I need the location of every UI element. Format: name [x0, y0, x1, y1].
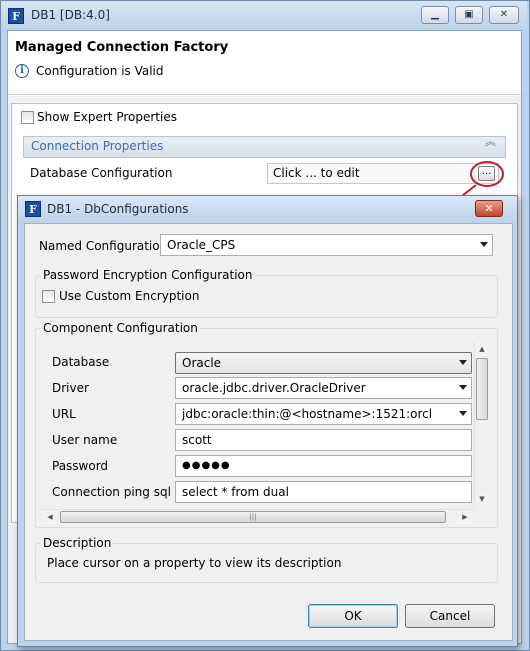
- username-label: User name: [52, 433, 118, 447]
- url-value: jdbc:oracle:thin:@<hostname>:1521:orcl: [182, 407, 433, 421]
- custom-encryption-label: Use Custom Encryption: [59, 289, 200, 303]
- description-text: Place cursor on a property to view its d…: [47, 556, 342, 570]
- db-config-label: Database Configuration: [30, 166, 173, 180]
- show-expert-label: Show Expert Properties: [37, 110, 177, 124]
- info-icon: i: [15, 64, 29, 78]
- minimize-button[interactable]: ▁: [421, 6, 449, 24]
- database-value: Oracle: [182, 356, 222, 370]
- scroll-right-icon[interactable]: ▶: [458, 510, 472, 524]
- outer-close-button[interactable]: ✕: [489, 6, 519, 24]
- show-expert-checkbox[interactable]: [21, 111, 34, 124]
- password-input[interactable]: ●●●●●: [175, 455, 472, 477]
- status-text: Configuration is Valid: [36, 64, 164, 78]
- chevron-down-icon: [459, 385, 467, 390]
- section-title: Connection Properties: [31, 139, 164, 153]
- maximize-icon: ▣: [464, 9, 474, 20]
- maximize-button[interactable]: ▣: [455, 6, 483, 24]
- url-label: URL: [52, 407, 76, 421]
- scroll-down-icon[interactable]: ▼: [475, 492, 489, 506]
- header-title: Managed Connection Factory: [15, 40, 229, 55]
- driver-combo[interactable]: oracle.jdbc.driver.OracleDriver: [175, 377, 472, 399]
- named-config-value: Oracle_CPS: [167, 238, 236, 252]
- app-logo-icon: F: [8, 8, 24, 24]
- ping-sql-input[interactable]: select * from dual: [175, 481, 472, 503]
- named-config-combo[interactable]: Oracle_CPS: [160, 234, 493, 256]
- ok-button[interactable]: OK: [308, 604, 398, 628]
- minimize-icon: ▁: [431, 9, 439, 20]
- driver-value: oracle.jdbc.driver.OracleDriver: [182, 381, 366, 395]
- collapse-chevron-icon[interactable]: ︽: [485, 136, 496, 147]
- dialog-app-logo-icon: F: [25, 201, 41, 217]
- component-config-title: Component Configuration: [41, 321, 200, 335]
- database-label: Database: [52, 355, 110, 369]
- dialog-close-button[interactable]: ✕: [475, 200, 503, 217]
- cancel-button[interactable]: Cancel: [405, 604, 495, 628]
- named-config-label: Named Configuration: [39, 239, 168, 253]
- chevron-down-icon: [459, 411, 467, 416]
- database-select[interactable]: Oracle: [175, 352, 472, 374]
- url-combo[interactable]: jdbc:oracle:thin:@<hostname>:1521:orcl: [175, 403, 472, 425]
- horizontal-scroll-thumb[interactable]: |||: [60, 511, 446, 523]
- custom-encryption-checkbox[interactable]: [42, 290, 55, 303]
- password-label: Password: [52, 459, 109, 473]
- outer-window-title: DB1 [DB:4.0]: [31, 8, 110, 22]
- dialog-title: DB1 - DbConfigurations: [47, 202, 189, 216]
- vertical-scroll-thumb[interactable]: [476, 358, 488, 420]
- scroll-left-icon[interactable]: ◀: [43, 510, 57, 524]
- dialog-close-icon: ✕: [484, 202, 494, 215]
- password-encryption-title: Password Encryption Configuration: [41, 268, 255, 282]
- description-title: Description: [41, 536, 114, 550]
- chevron-down-icon: [459, 360, 467, 365]
- close-icon: ✕: [499, 9, 509, 20]
- username-input[interactable]: scott: [175, 429, 472, 451]
- scroll-up-icon[interactable]: ▲: [475, 342, 489, 356]
- driver-label: Driver: [52, 381, 89, 395]
- chevron-down-icon: [480, 242, 488, 247]
- ping-sql-label: Connection ping sql: [52, 485, 171, 499]
